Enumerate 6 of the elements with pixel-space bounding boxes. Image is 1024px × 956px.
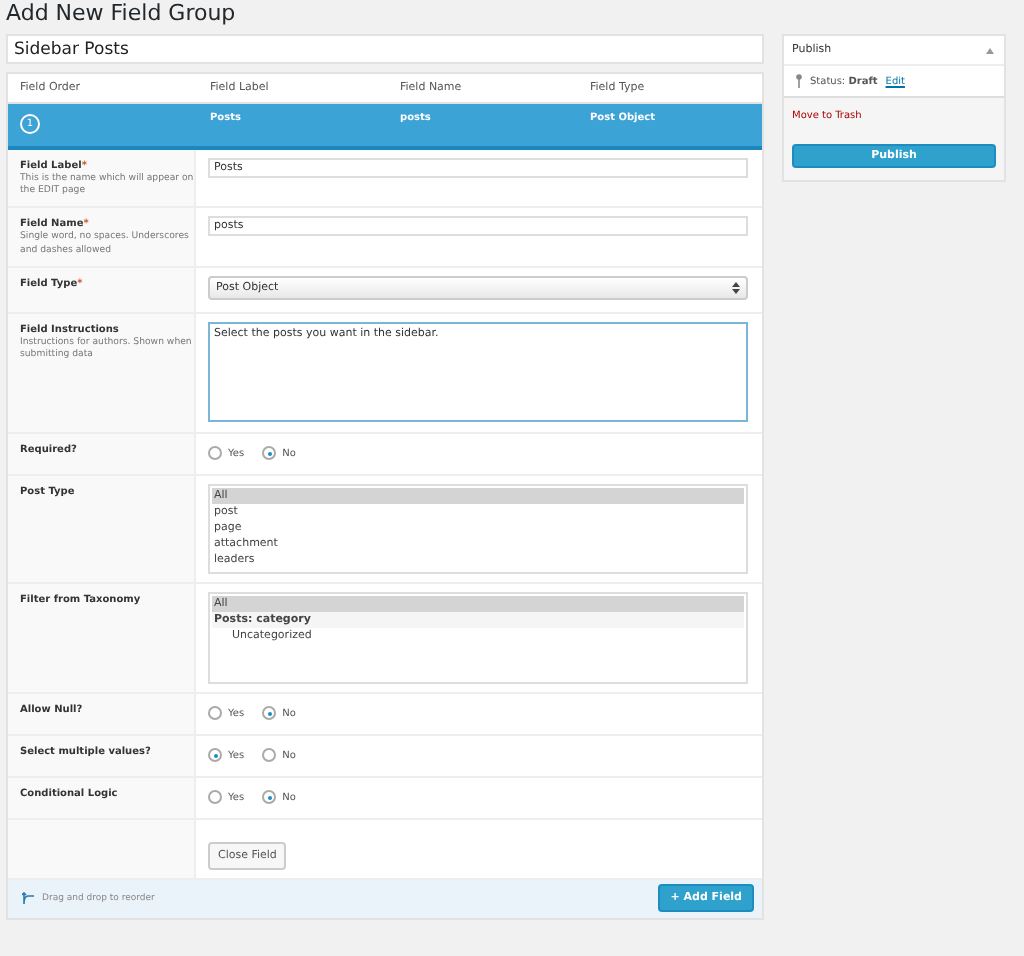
select-arrows-icon bbox=[732, 281, 740, 294]
page-title: Add New Field Group bbox=[6, 0, 238, 30]
collapse-icon[interactable] bbox=[986, 47, 994, 53]
pin-icon bbox=[796, 74, 802, 88]
title-field[interactable]: Sidebar Posts bbox=[6, 34, 764, 64]
arrow-icon bbox=[22, 891, 36, 906]
